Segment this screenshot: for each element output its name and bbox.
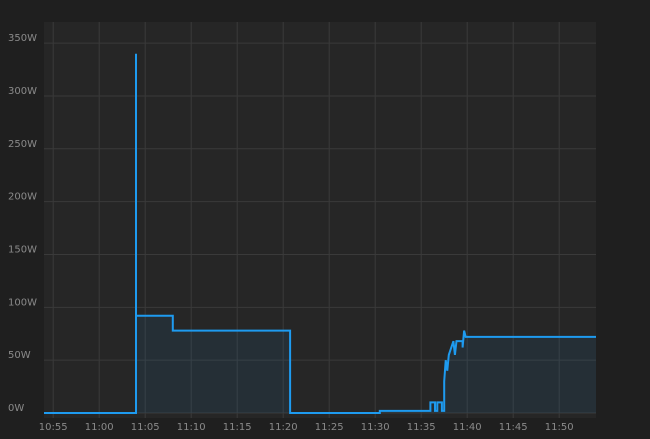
x-tick-label: 11:30 <box>361 422 390 433</box>
x-tick-label: 10:55 <box>39 422 68 433</box>
y-tick-label: 350W <box>8 33 37 44</box>
y-tick-label: 300W <box>8 86 37 97</box>
x-tick-label: 11:15 <box>223 422 252 433</box>
x-tick-label: 11:35 <box>407 422 436 433</box>
y-tick-label: 200W <box>8 192 37 203</box>
y-tick-label: 100W <box>8 297 37 308</box>
y-tick-label: 50W <box>8 350 31 361</box>
y-tick-label: 0W <box>8 403 24 414</box>
power-chart: 0W 50W 100W 150W 200W 250W 300W 350W 10:55 11:00 1… <box>0 0 650 439</box>
x-tick-label: 11:50 <box>545 422 574 433</box>
x-tick-label: 11:40 <box>453 422 482 433</box>
power-chart-svg: 0W 50W 100W 150W 200W 250W 300W 350W 10:55 11:00 1… <box>8 22 596 433</box>
x-tick-label: 11:20 <box>269 422 298 433</box>
y-tick-label: 150W <box>8 244 37 255</box>
x-tick-label: 11:00 <box>85 422 114 433</box>
x-tick-label: 11:45 <box>499 422 528 433</box>
y-tick-label: 250W <box>8 139 37 150</box>
x-tick-label: 11:10 <box>177 422 206 433</box>
x-tick-label: 11:25 <box>315 422 344 433</box>
x-tick-label: 11:05 <box>131 422 160 433</box>
